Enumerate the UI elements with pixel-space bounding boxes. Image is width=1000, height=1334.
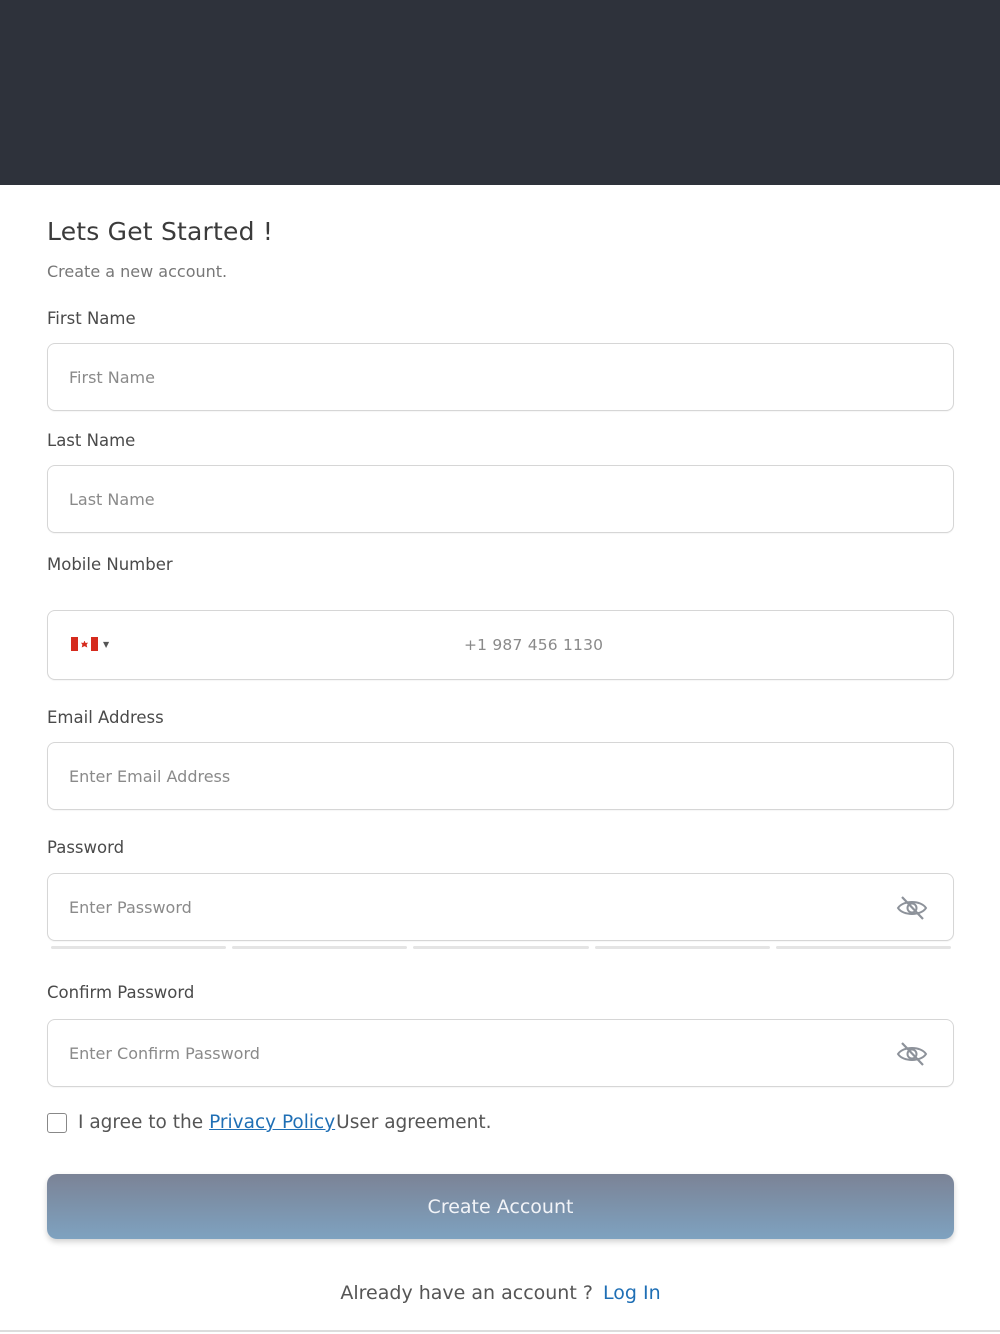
chevron-down-icon: ▼ <box>103 639 110 649</box>
strength-segment <box>594 946 770 949</box>
strength-segment <box>775 946 952 949</box>
agreement-suffix-text: User agreement. <box>336 1112 492 1133</box>
password-label: Password <box>47 838 125 857</box>
privacy-policy-link[interactable]: Privacy Policy <box>209 1112 335 1133</box>
canada-flag-icon <box>71 637 98 651</box>
first-name-field-wrapper <box>47 343 954 411</box>
first-name-label: First Name <box>47 309 136 328</box>
strength-segment <box>232 946 408 949</box>
last-name-input[interactable] <box>48 466 953 532</box>
login-prompt-text: Already have an account ? <box>340 1282 593 1304</box>
login-prompt: Already have an account ? Log In <box>47 1282 954 1304</box>
page-title: Lets Get Started ! <box>47 217 274 246</box>
page-subtitle: Create a new account. <box>47 262 228 281</box>
first-name-input[interactable] <box>48 344 953 410</box>
mobile-number-field-wrapper: ▼ <box>47 610 954 680</box>
strength-segment <box>413 946 589 949</box>
top-banner <box>0 0 1000 185</box>
mobile-number-input[interactable] <box>48 611 953 679</box>
eye-off-icon[interactable] <box>895 1040 929 1068</box>
agreement-prefix-text: I agree to the <box>78 1112 204 1133</box>
last-name-label: Last Name <box>47 431 136 450</box>
mobile-number-label: Mobile Number <box>47 555 173 574</box>
agreement-row: I agree to the Privacy Policy User agree… <box>47 1112 492 1133</box>
confirm-password-input[interactable] <box>48 1020 953 1086</box>
confirm-password-label: Confirm Password <box>47 983 195 1002</box>
create-account-button[interactable]: Create Account <box>47 1174 954 1239</box>
bottom-divider <box>0 1330 1000 1332</box>
agreement-checkbox[interactable] <box>47 1112 67 1133</box>
password-field-wrapper <box>47 873 954 941</box>
email-field-wrapper <box>47 742 954 810</box>
confirm-password-field-wrapper <box>47 1019 954 1087</box>
strength-segment <box>51 946 227 949</box>
password-input[interactable] <box>48 874 953 940</box>
email-input[interactable] <box>48 743 953 809</box>
login-link[interactable]: Log In <box>603 1282 661 1304</box>
email-address-label: Email Address <box>47 708 164 727</box>
country-code-selector[interactable]: ▼ <box>71 637 109 651</box>
last-name-field-wrapper <box>47 465 954 533</box>
password-strength-meter <box>51 946 952 950</box>
eye-off-icon[interactable] <box>895 894 929 922</box>
